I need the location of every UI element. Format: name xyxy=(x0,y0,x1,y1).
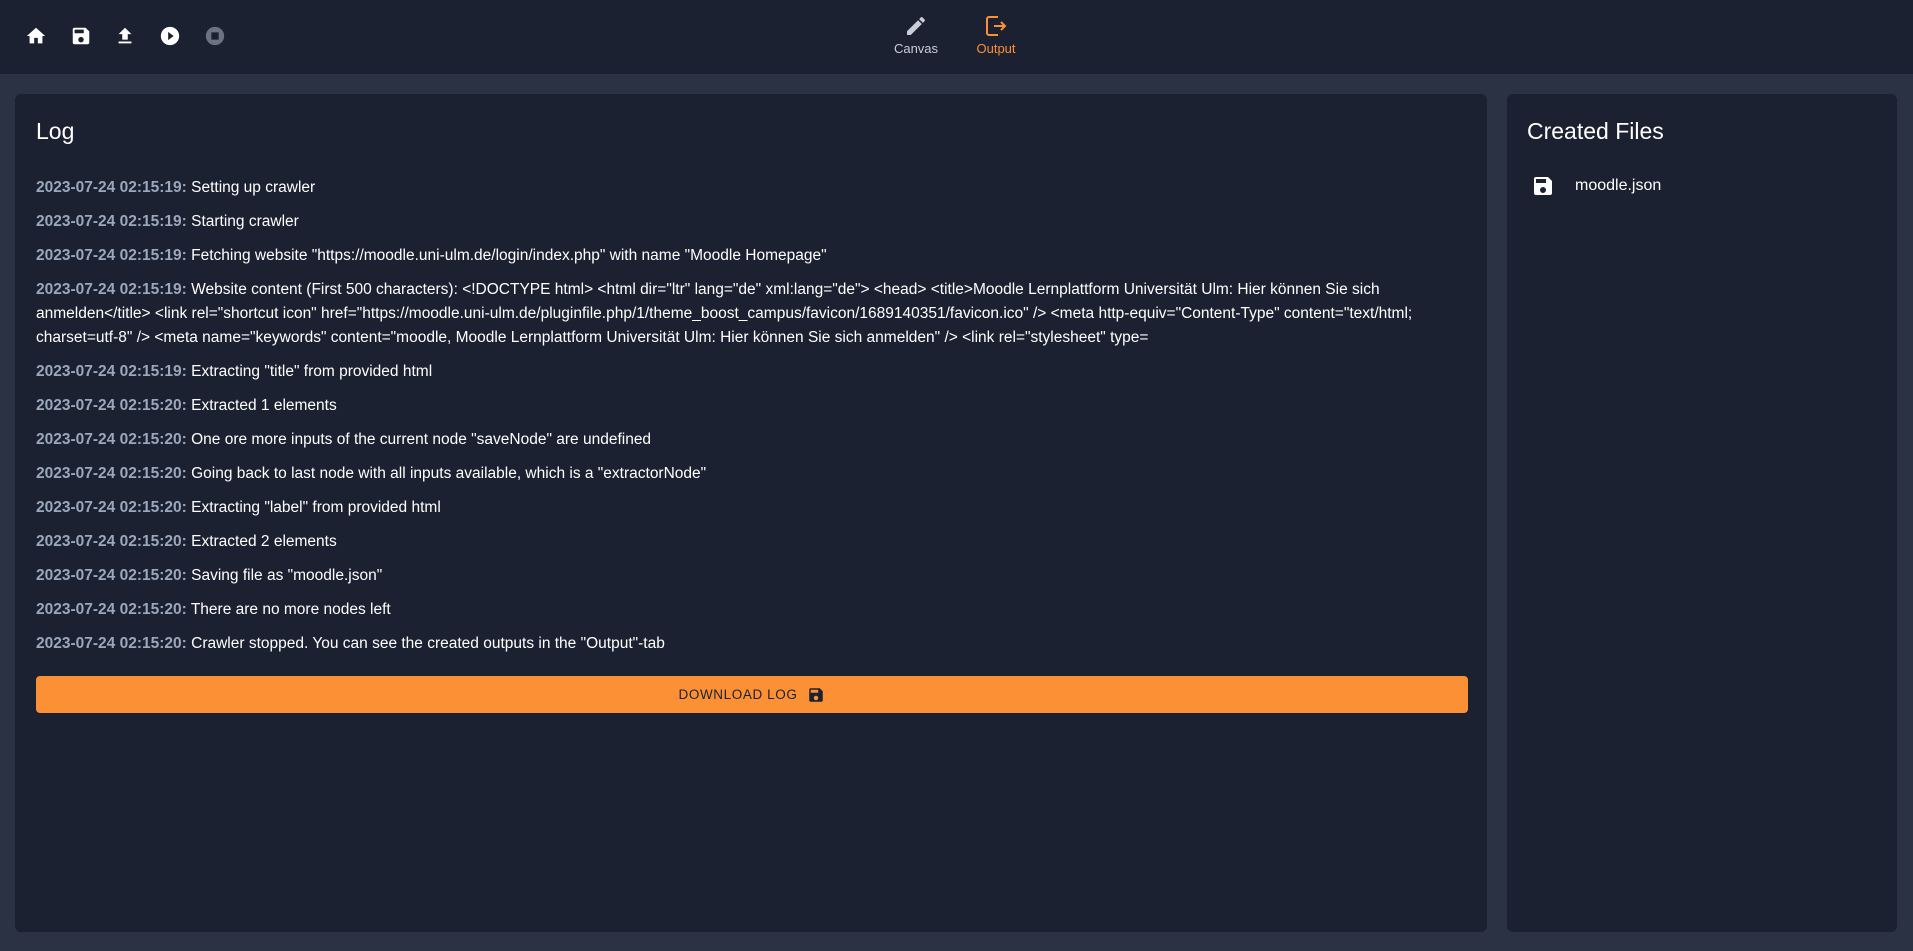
log-timestamp: 2023-07-24 02:15:19: xyxy=(36,281,187,298)
log-message: Website content (First 500 characters): … xyxy=(36,281,1413,346)
log-entry: 2023-07-24 02:15:19: Starting crawler xyxy=(36,210,1468,234)
stop-circle-icon xyxy=(205,26,225,46)
log-title: Log xyxy=(36,118,75,144)
log-timestamp: 2023-07-24 02:15:19: xyxy=(36,213,187,230)
save-icon xyxy=(809,687,824,702)
pencil-icon xyxy=(907,16,926,35)
save-button[interactable] xyxy=(66,21,96,51)
top-toolbar: Canvas Output xyxy=(0,0,1913,74)
log-entry: 2023-07-24 02:15:19: Website content (Fi… xyxy=(36,278,1468,350)
log-entry: 2023-07-24 02:15:20: Going back to last … xyxy=(36,462,1468,486)
tab-output[interactable]: Output xyxy=(956,14,1036,60)
log-entry: 2023-07-24 02:15:20: There are no more n… xyxy=(36,598,1468,622)
tab-canvas[interactable]: Canvas xyxy=(876,14,956,60)
log-list: 2023-07-24 02:15:19: Setting up crawler 2… xyxy=(36,176,1468,666)
log-message: Setting up crawler xyxy=(191,179,316,196)
log-timestamp: 2023-07-24 02:15:20: xyxy=(36,499,187,516)
file-item[interactable]: moodle.json xyxy=(1527,166,1877,206)
log-message: Fetching website "https://moodle.uni-ulm… xyxy=(191,247,827,264)
play-circle-icon xyxy=(160,26,180,46)
log-message: Going back to last node with all inputs … xyxy=(191,465,707,482)
log-timestamp: 2023-07-24 02:15:20: xyxy=(36,567,187,584)
log-message: Starting crawler xyxy=(191,213,299,230)
log-message: Extracting "title" from provided html xyxy=(191,363,433,380)
log-entry: 2023-07-24 02:15:19: Extracting "title" … xyxy=(36,360,1468,384)
run-button[interactable] xyxy=(155,21,185,51)
log-timestamp: 2023-07-24 02:15:20: xyxy=(36,431,187,448)
log-message: Extracted 1 elements xyxy=(191,397,337,414)
stop-button[interactable] xyxy=(200,21,230,51)
log-entry: 2023-07-24 02:15:20: One ore more inputs… xyxy=(36,428,1468,452)
save-icon xyxy=(72,27,90,45)
log-timestamp: 2023-07-24 02:15:20: xyxy=(36,397,187,414)
log-message: One ore more inputs of the current node … xyxy=(191,431,652,448)
created-files-panel: Created Files moodle.json xyxy=(1507,94,1897,932)
log-entry: 2023-07-24 02:15:20: Extracting "label" … xyxy=(36,496,1468,520)
log-message: Extracted 2 elements xyxy=(191,533,337,550)
tab-output-label: Output xyxy=(976,41,1016,56)
exit-to-app-icon xyxy=(986,16,1007,36)
log-timestamp: 2023-07-24 02:15:20: xyxy=(36,533,187,550)
log-entry: 2023-07-24 02:15:20: Extracted 2 element… xyxy=(36,530,1468,554)
log-message: Saving file as "moodle.json" xyxy=(191,567,383,584)
save-icon xyxy=(1534,177,1552,195)
log-timestamp: 2023-07-24 02:15:19: xyxy=(36,363,187,380)
log-timestamp: 2023-07-24 02:15:19: xyxy=(36,247,187,264)
tab-canvas-label: Canvas xyxy=(893,41,939,56)
home-button[interactable] xyxy=(21,21,51,51)
upload-icon xyxy=(118,27,132,44)
log-entry: 2023-07-24 02:15:19: Fetching website "h… xyxy=(36,244,1468,268)
log-message: There are no more nodes left xyxy=(190,601,391,618)
log-message: Crawler stopped. You can see the created… xyxy=(191,635,665,652)
log-message: Extracting "label" from provided html xyxy=(191,499,441,516)
log-entry: 2023-07-24 02:15:19: Setting up crawler xyxy=(36,176,1468,200)
log-timestamp: 2023-07-24 02:15:20: xyxy=(36,635,187,652)
log-timestamp: 2023-07-24 02:15:20: xyxy=(36,601,187,618)
file-name: moodle.json xyxy=(1575,177,1662,194)
download-log-label: DOWNLOAD LOG xyxy=(678,687,798,702)
home-icon xyxy=(26,27,46,44)
log-entry: 2023-07-24 02:15:20: Extracted 1 element… xyxy=(36,394,1468,418)
download-log-button[interactable]: DOWNLOAD LOG xyxy=(36,676,1468,713)
log-entry: 2023-07-24 02:15:20: Crawler stopped. Yo… xyxy=(36,632,1468,656)
upload-button[interactable] xyxy=(110,21,140,51)
created-files-title: Created Files xyxy=(1527,118,1664,144)
log-entry: 2023-07-24 02:15:20: Saving file as "moo… xyxy=(36,564,1468,588)
log-timestamp: 2023-07-24 02:15:20: xyxy=(36,465,187,482)
log-panel: Log 2023-07-24 02:15:19: Setting up craw… xyxy=(15,94,1487,932)
log-timestamp: 2023-07-24 02:15:19: xyxy=(36,179,187,196)
